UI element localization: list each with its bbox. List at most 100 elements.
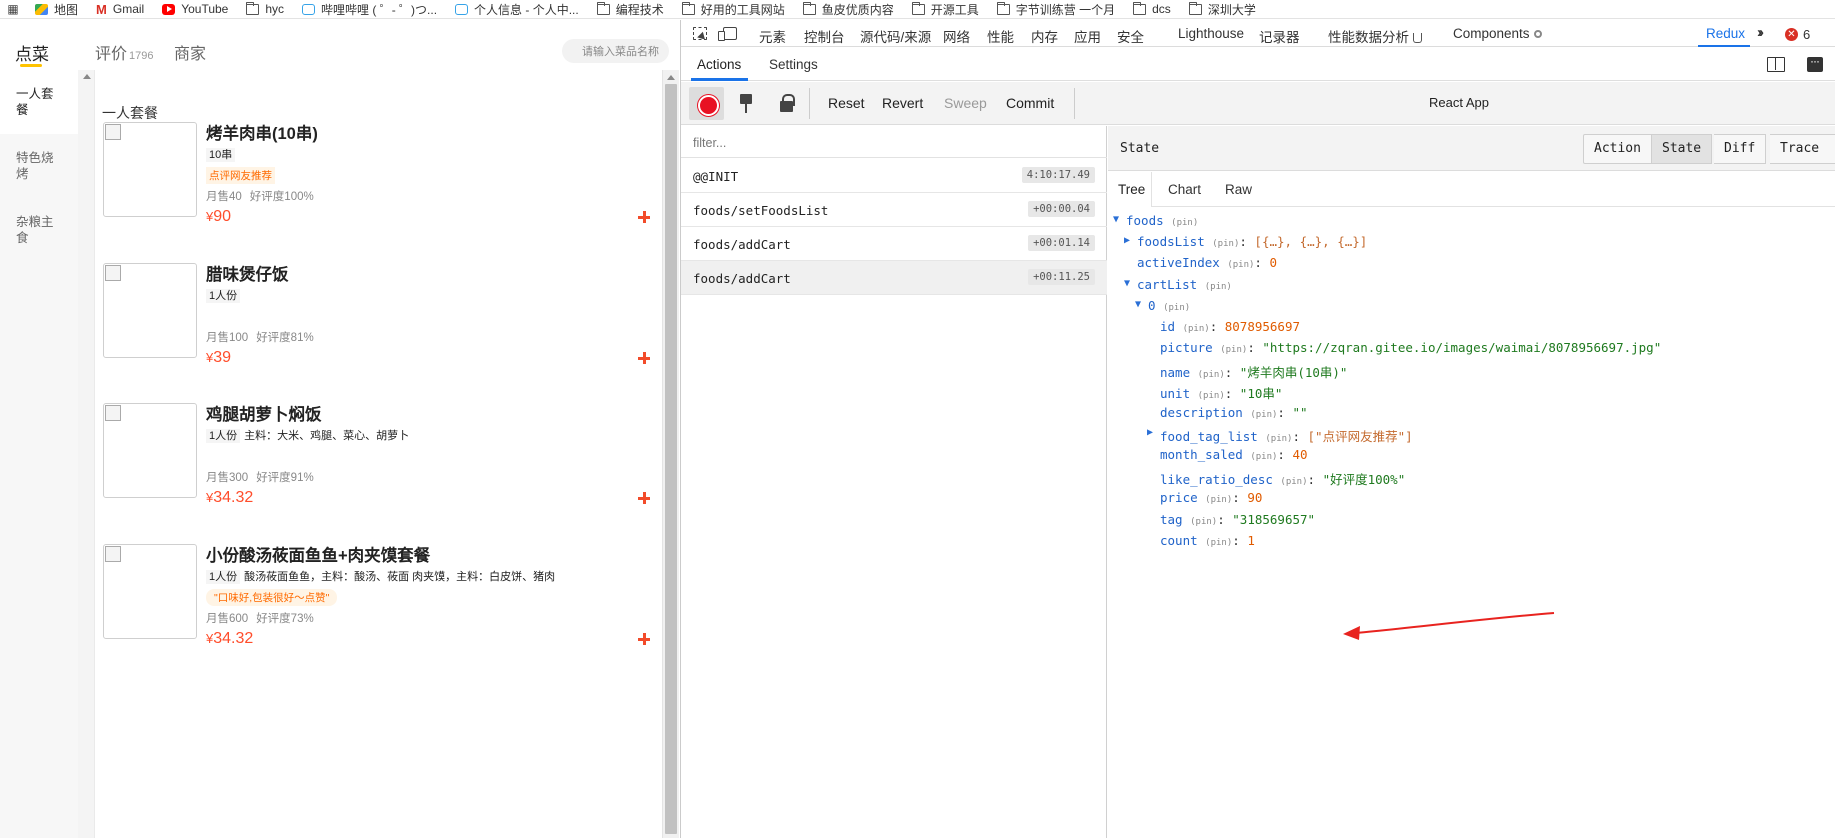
monitor-tab-state[interactable]: State xyxy=(1652,134,1713,164)
add-to-cart-plus-icon[interactable] xyxy=(637,632,651,646)
devtools-tab[interactable]: 性能数据分析 xyxy=(1328,26,1422,46)
category-item[interactable]: 特色烧烤 xyxy=(0,134,78,198)
devtools-tab[interactable]: 性能 xyxy=(987,26,1014,46)
tab-order[interactable]: 点菜 xyxy=(15,40,49,65)
pin-label[interactable]: (pin) xyxy=(1250,410,1277,420)
tab-actions[interactable]: Actions xyxy=(697,57,741,72)
scroll-up-arrow-icon[interactable] xyxy=(83,74,91,79)
devtools-tab[interactable]: 安全 xyxy=(1117,26,1144,46)
pin-label[interactable]: (pin) xyxy=(1280,477,1307,487)
bookmark-item[interactable]: M Gmail xyxy=(87,0,153,19)
devtools-tab[interactable]: 应用 xyxy=(1074,26,1101,46)
devtools-tab[interactable]: 元素 xyxy=(759,26,786,46)
pin-label[interactable]: (pin) xyxy=(1171,218,1198,228)
tree-field-tag: tag (pin): "318569657" xyxy=(1160,511,1316,527)
bookmark-item[interactable]: dcs xyxy=(1124,0,1180,19)
more-tabs-icon[interactable]: ›› xyxy=(1757,24,1764,41)
monitor-tab-trace[interactable]: Trace xyxy=(1770,134,1835,164)
bookmark-item[interactable]: 鱼皮优质内容 xyxy=(794,0,903,19)
category-item[interactable]: 杂粮主食 xyxy=(0,198,78,262)
pin-label[interactable]: (pin) xyxy=(1198,370,1225,380)
pin-label[interactable]: (pin) xyxy=(1205,495,1232,505)
bookmark-item[interactable]: YouTube xyxy=(153,0,237,19)
tree-field-food-tag-list[interactable]: ▶ food_tag_list (pin): ["点评网友推荐"] xyxy=(1147,426,1413,444)
apps-grid-icon[interactable]: ▦ xyxy=(0,0,26,19)
pin-label[interactable]: (pin) xyxy=(1265,434,1292,444)
pin-label[interactable]: (pin) xyxy=(1190,517,1217,527)
tab-reviews[interactable]: 评价 1796 xyxy=(95,40,154,64)
add-to-cart-plus-icon[interactable] xyxy=(637,491,651,505)
reset-button[interactable]: Reset xyxy=(828,95,865,111)
view-tab-tree[interactable]: Tree xyxy=(1118,182,1146,197)
pin-label[interactable]: (pin) xyxy=(1250,452,1277,462)
tree-value: [{…}, {…}, {…}] xyxy=(1254,234,1368,249)
monitor-tab-action[interactable]: Action xyxy=(1583,134,1652,164)
device-toolbar-icon[interactable] xyxy=(718,27,737,41)
bookmark-item[interactable]: 编程技术 xyxy=(588,0,673,19)
expanded-triangle-icon[interactable]: ▼ xyxy=(1135,299,1141,310)
monitor-tab-diff[interactable]: Diff xyxy=(1714,134,1767,164)
scrollbar-thumb[interactable] xyxy=(665,84,677,834)
devtools-tab[interactable]: 内存 xyxy=(1031,26,1058,46)
action-row[interactable]: foods/addCart +00:01.14 xyxy=(681,227,1107,261)
pin-label[interactable]: (pin) xyxy=(1163,303,1190,313)
pin-label[interactable]: (pin) xyxy=(1212,239,1239,249)
pin-label[interactable]: (pin) xyxy=(1183,324,1210,334)
devtools-tab[interactable]: Lighthouse xyxy=(1178,26,1244,41)
bookmark-item[interactable]: 开源工具 xyxy=(903,0,988,19)
tree-node-foods[interactable]: ▼ foods (pin) xyxy=(1113,213,1198,231)
food-search-input[interactable]: 请输入菜品名称 xyxy=(562,39,669,63)
pin-label[interactable]: (pin) xyxy=(1198,391,1225,401)
tree-node-foodslist[interactable]: ▶ foodsList (pin): [{…}, {…}, {…}] xyxy=(1124,234,1368,252)
devtools-tab[interactable]: 源代码/来源 xyxy=(860,26,931,46)
pin-icon[interactable] xyxy=(729,87,764,120)
tab-settings[interactable]: Settings xyxy=(769,57,818,72)
devtools-tab[interactable]: 记录器 xyxy=(1259,26,1300,46)
bookmark-item[interactable]: 好用的工具网站 xyxy=(673,0,794,19)
bookmark-item[interactable]: 个人信息 - 个人中... xyxy=(446,0,588,19)
devtools-tab[interactable]: 网络 xyxy=(943,26,970,46)
feedback-chat-icon[interactable] xyxy=(1807,54,1823,72)
revert-button[interactable]: Revert xyxy=(882,95,923,111)
view-tab-raw[interactable]: Raw xyxy=(1225,182,1252,197)
collapsed-triangle-icon[interactable]: ▶ xyxy=(1124,235,1130,246)
sweep-button[interactable]: Sweep xyxy=(944,95,987,111)
lock-icon[interactable] xyxy=(769,87,804,120)
category-item[interactable]: 一人套餐 xyxy=(0,70,78,134)
bookmark-item[interactable]: 地图 xyxy=(26,0,87,19)
category-scrollbar[interactable] xyxy=(78,70,95,838)
devtools-tab[interactable]: Redux xyxy=(1706,26,1745,41)
collapsed-triangle-icon[interactable]: ▶ xyxy=(1147,427,1153,438)
bookmark-item[interactable]: 字节训练营 一个月 xyxy=(988,0,1124,19)
scroll-up-arrow-icon[interactable] xyxy=(667,75,675,80)
tree-node-cartlist[interactable]: ▼ cartList (pin) xyxy=(1124,277,1232,295)
bookmark-item[interactable]: 哔哩哔哩 ( ゜- ゜)つ... xyxy=(293,0,446,19)
docs-book-icon[interactable] xyxy=(1767,57,1785,72)
tree-node-cart-item[interactable]: ▼ 0 (pin) xyxy=(1135,298,1190,316)
tree-value: "烤羊肉串(10串)" xyxy=(1239,364,1348,380)
devtools-tab[interactable]: 控制台 xyxy=(804,26,845,46)
action-row[interactable]: @@INIT 4:10:17.49 xyxy=(681,159,1107,193)
commit-button[interactable]: Commit xyxy=(1006,95,1054,111)
inspect-element-icon[interactable] xyxy=(693,27,707,40)
expanded-triangle-icon[interactable]: ▼ xyxy=(1124,278,1130,289)
bookmark-item[interactable]: hyc xyxy=(237,0,293,19)
view-tab-chart[interactable]: Chart xyxy=(1168,182,1201,197)
instance-selector[interactable]: React App xyxy=(1429,95,1489,110)
action-row[interactable]: foods/addCart +00:11.25 xyxy=(681,261,1107,295)
add-to-cart-plus-icon[interactable] xyxy=(637,210,651,224)
error-counter[interactable]: ✕ 6 xyxy=(1785,27,1810,42)
action-filter-input[interactable]: filter... xyxy=(681,126,1107,158)
record-button[interactable] xyxy=(689,87,724,120)
pin-label[interactable]: (pin) xyxy=(1205,538,1232,548)
devtools-tab[interactable]: Components xyxy=(1453,26,1542,41)
page-scrollbar[interactable] xyxy=(662,70,679,838)
pin-label[interactable]: (pin) xyxy=(1220,345,1247,355)
add-to-cart-plus-icon[interactable] xyxy=(637,351,651,365)
tab-merchant[interactable]: 商家 xyxy=(174,40,206,64)
action-row[interactable]: foods/setFoodsList +00:00.04 xyxy=(681,193,1107,227)
pin-label[interactable]: (pin) xyxy=(1227,260,1254,270)
bookmark-item[interactable]: 深圳大学 xyxy=(1180,0,1265,19)
expanded-triangle-icon[interactable]: ▼ xyxy=(1113,214,1119,225)
pin-label[interactable]: (pin) xyxy=(1205,282,1232,292)
